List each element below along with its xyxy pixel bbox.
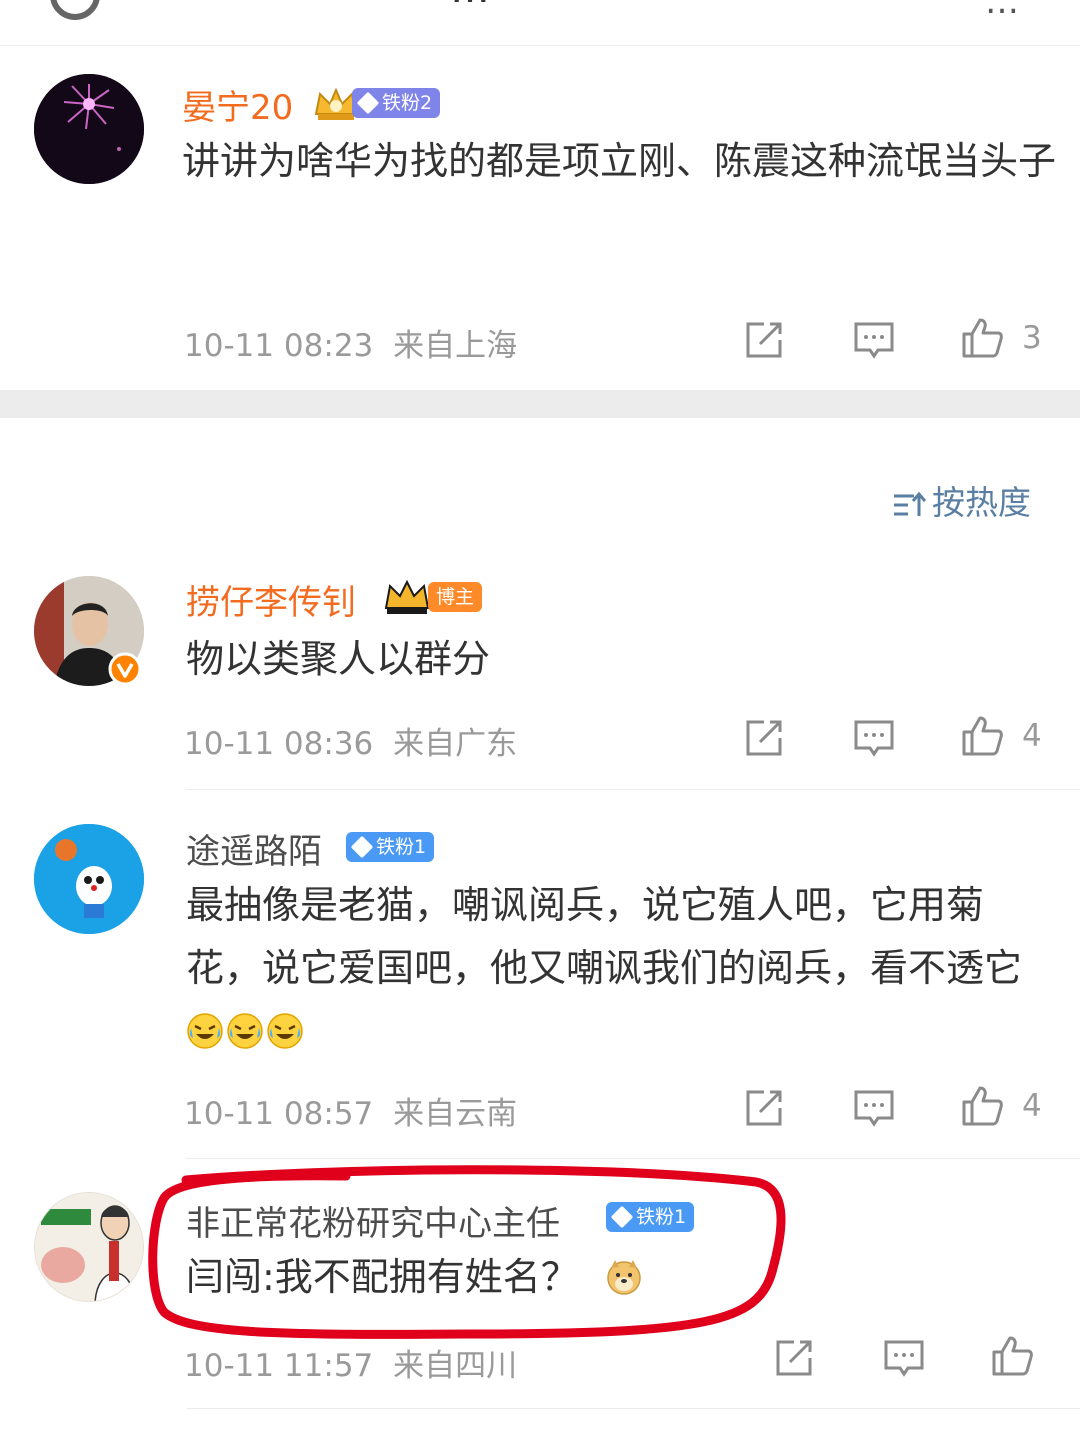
laugh-cry-emoji-icon (187, 1013, 223, 1049)
comment-meta: 10-11 08:36 来自广东 (184, 718, 517, 763)
like-count: 3 (1022, 320, 1042, 356)
comment-text-body: 最抽像是老猫，嘲讽阅兵，说它殖人吧，它用菊花，说它爱国吧，他又嘲讽我们的阅兵，看… (186, 883, 1023, 990)
fan-badge: 铁粉2 (352, 88, 441, 118)
section-separator (0, 390, 1080, 418)
comment-text: 物以类聚人以群分 (186, 637, 491, 681)
username[interactable]: 非正常花粉研究中心主任 (186, 1196, 560, 1245)
diamond-icon (610, 1205, 634, 1229)
share-icon[interactable] (772, 1336, 816, 1380)
laugh-cry-emoji-icon (227, 1013, 263, 1049)
username[interactable]: 途遥路陌 (186, 824, 322, 873)
comment-text: 闫闯:我不配拥有姓名？ (186, 1246, 1056, 1309)
comment-time: 10-11 08:23 (184, 328, 374, 364)
comment-card: 途遥路陌 铁粉1 最抽像是老猫，嘲讽阅兵，说它殖人吧，它用菊花，说它爱国吧，他又… (0, 800, 1080, 1160)
fan-badge: 铁粉1 (346, 832, 435, 862)
comment-meta: 10-11 11:57 来自四川 (184, 1340, 517, 1385)
thumbs-up-icon[interactable] (960, 316, 1004, 360)
comment-time: 10-11 08:36 (184, 726, 374, 762)
comment-card: 晏宁20 铁粉2 讲讲为啥华为找的都是项立刚、陈震这种流氓当头子 10-11 0… (0, 0, 1080, 390)
share-icon[interactable] (742, 716, 786, 760)
comment-card: 非正常花粉研究中心主任 铁粉1 闫闯:我不配拥有姓名？ 10-11 11:57 … (0, 1170, 1080, 1439)
sort-by-hot-button[interactable]: 按热度 (892, 476, 1031, 524)
share-icon[interactable] (742, 1086, 786, 1130)
comment-meta: 10-11 08:57 来自云南 (184, 1088, 517, 1133)
laugh-cry-emoji-icon (267, 1013, 303, 1049)
share-icon[interactable] (742, 318, 786, 362)
comment-time: 10-11 11:57 (184, 1348, 374, 1384)
comment-icon[interactable] (852, 1086, 896, 1130)
thumbs-up-icon[interactable] (960, 1084, 1004, 1128)
comment-text-body: 闫闯:我不配拥有姓名？ (186, 1255, 579, 1299)
comment-icon[interactable] (882, 1336, 926, 1380)
fan-badge: 铁粉1 (606, 1202, 695, 1232)
comment-location: 来自上海 (393, 328, 518, 364)
blogger-crown-icon (384, 579, 430, 614)
comment-card: 捞仔李传钊 博主 物以类聚人以群分 10-11 08:36 来自广东 4 (0, 560, 1080, 790)
thumbs-up-icon[interactable] (990, 1334, 1034, 1378)
username[interactable]: 捞仔李传钊 (186, 575, 356, 624)
verified-v-icon (108, 652, 142, 686)
comment-location: 来自四川 (393, 1348, 518, 1384)
divider (186, 1408, 1080, 1409)
comment-location: 来自广东 (393, 726, 518, 762)
doge-emoji-icon (607, 1260, 641, 1295)
blogger-badge: 博主 (428, 582, 483, 612)
comment-icon[interactable] (852, 716, 896, 760)
username[interactable]: 晏宁20 (182, 80, 293, 129)
diamond-icon (356, 91, 380, 115)
avatar[interactable] (34, 1192, 144, 1302)
sort-label: 按热度 (932, 483, 1031, 522)
comment-location: 来自云南 (393, 1096, 518, 1132)
comment-icon[interactable] (852, 318, 896, 362)
divider (186, 1158, 1080, 1159)
sort-icon (894, 491, 926, 516)
avatar[interactable] (34, 824, 144, 934)
thumbs-up-icon[interactable] (960, 714, 1004, 758)
divider (186, 789, 1080, 790)
comment-meta: 10-11 08:23 来自上海 (184, 320, 517, 365)
comment-text: 最抽像是老猫，嘲讽阅兵，说它殖人吧，它用菊花，说它爱国吧，他又嘲讽我们的阅兵，看… (186, 874, 1056, 1063)
comment-text: 讲讲为啥华为找的都是项立刚、陈震这种流氓当头子 (182, 139, 1057, 183)
like-count: 4 (1022, 1088, 1042, 1124)
diamond-icon (350, 835, 374, 859)
avatar[interactable] (34, 74, 144, 184)
comment-time: 10-11 08:57 (184, 1096, 374, 1132)
like-count: 4 (1022, 718, 1042, 754)
